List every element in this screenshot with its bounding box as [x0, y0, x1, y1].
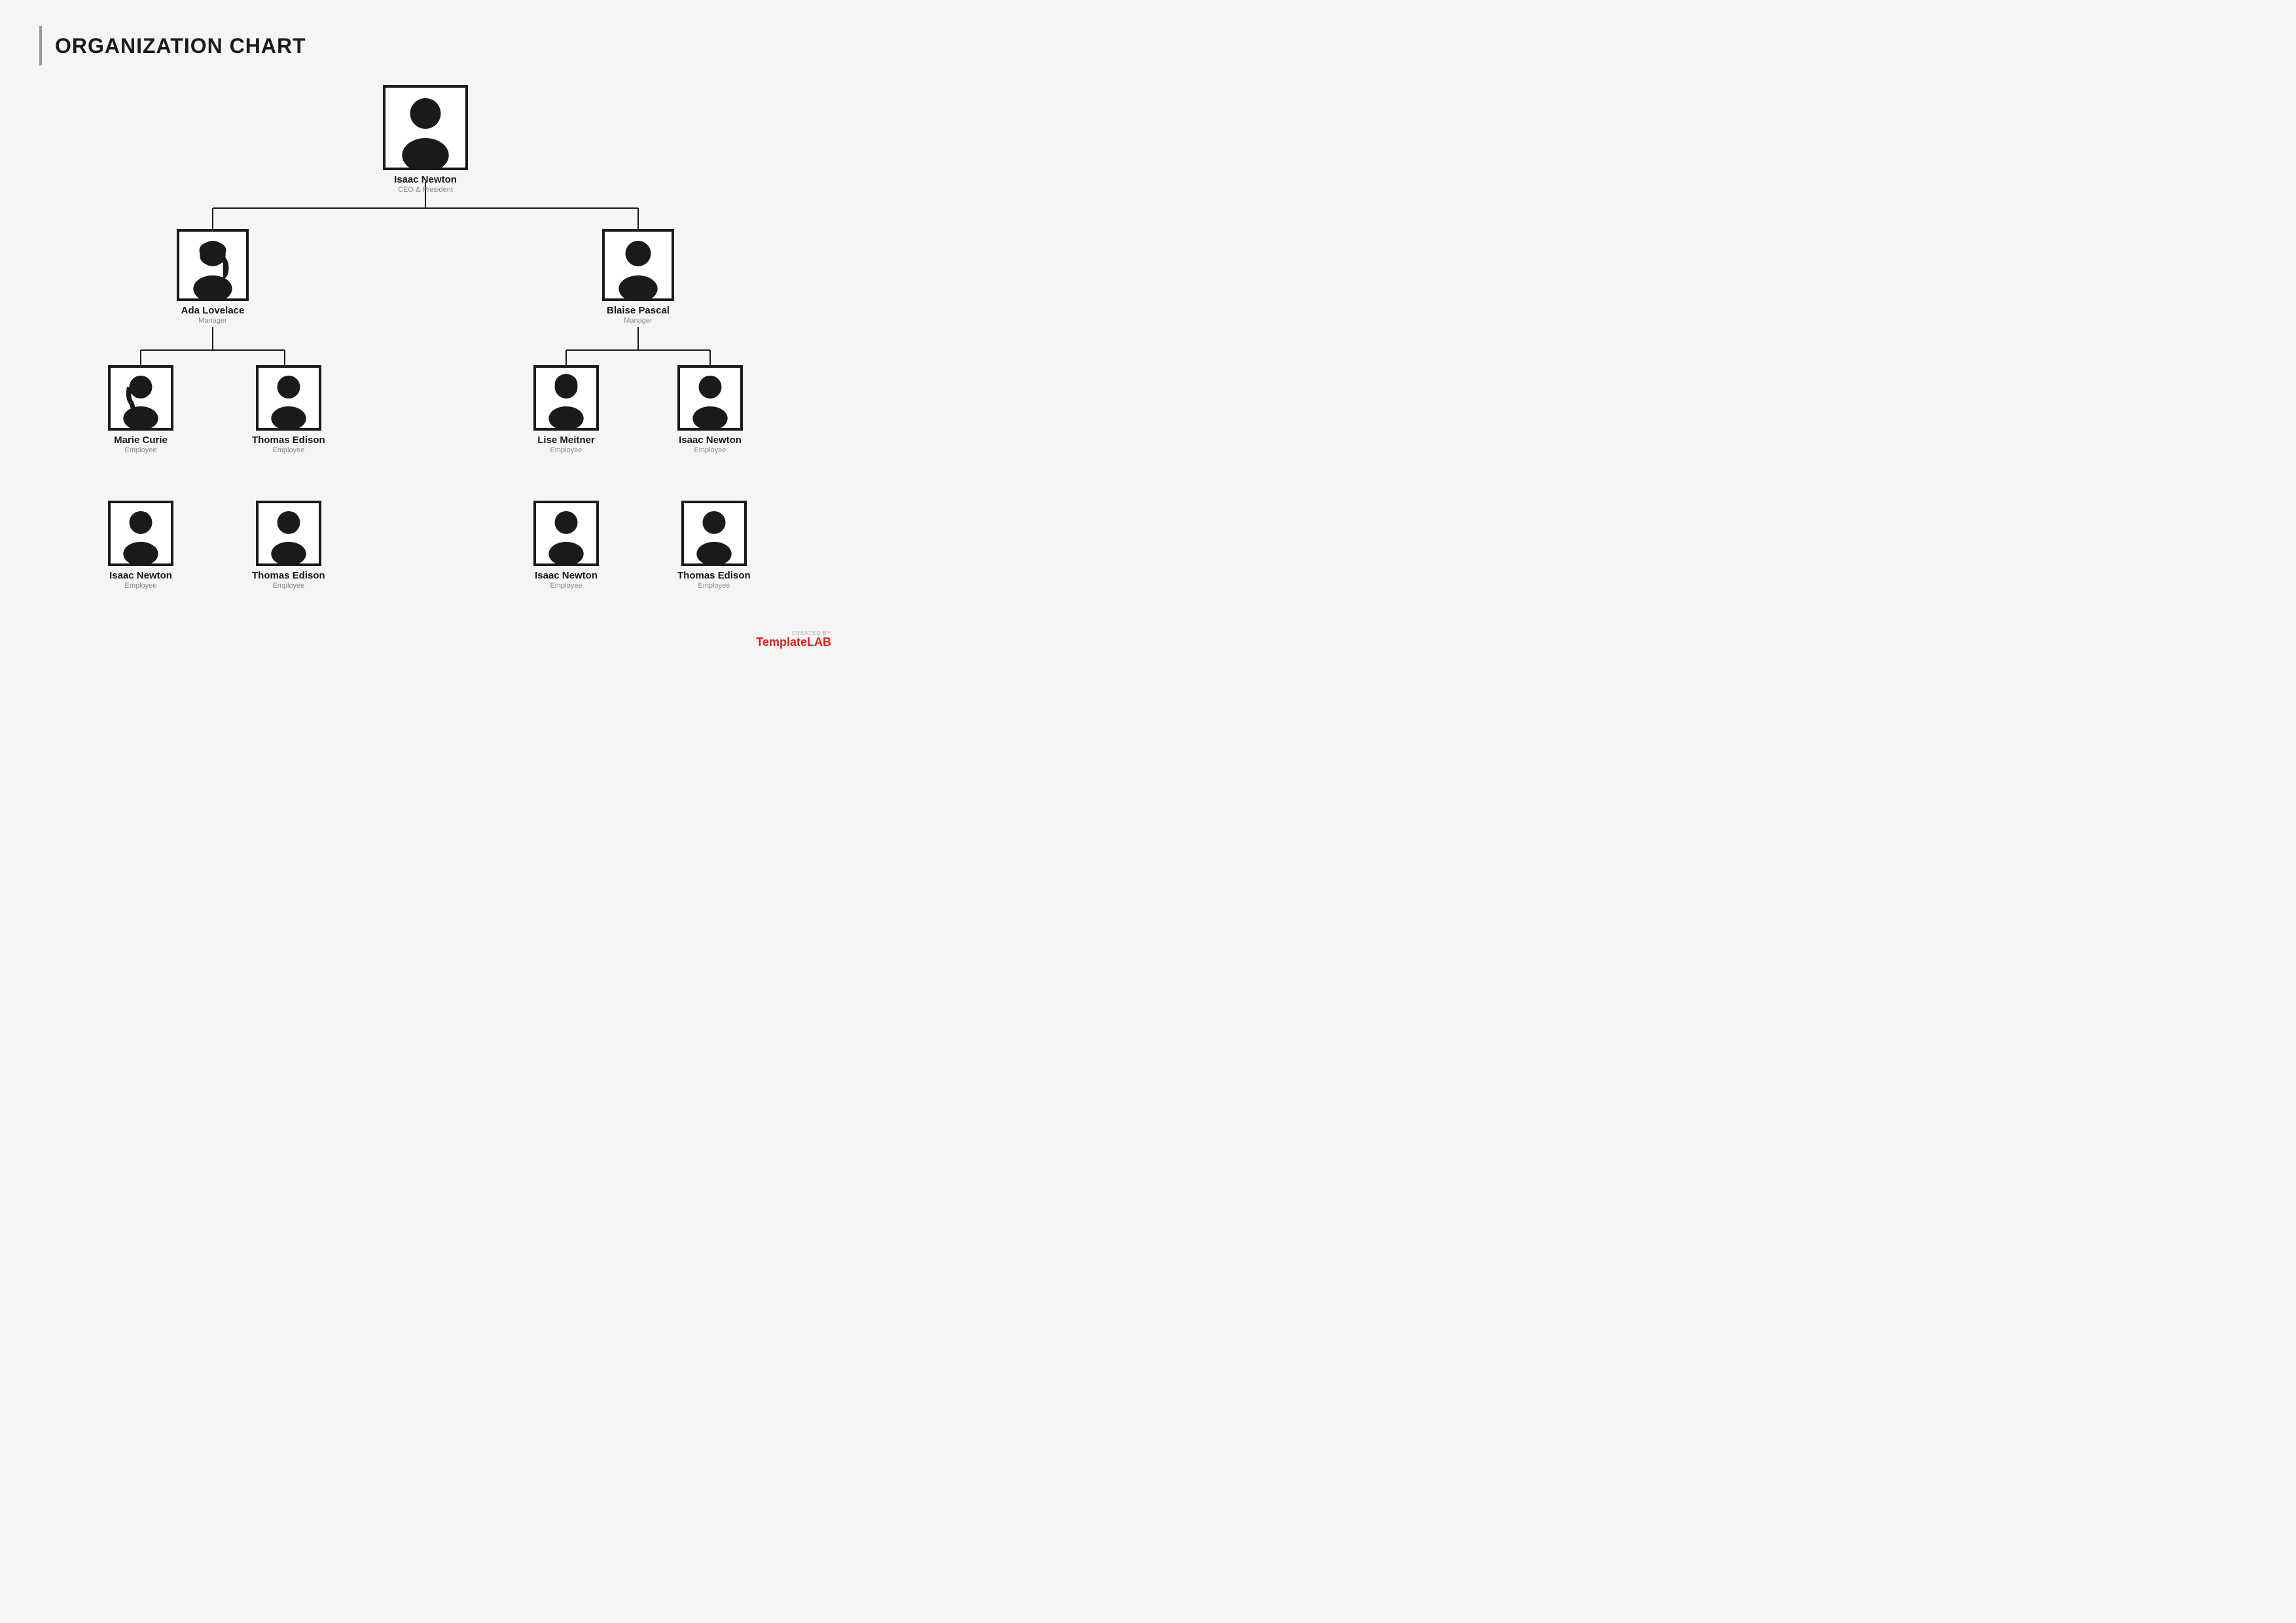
emp2-name: Thomas Edison [252, 435, 325, 446]
photo-emp4 [677, 365, 743, 431]
photo-emp7 [533, 501, 599, 566]
emp3-name: Lise Meitner [537, 435, 595, 446]
watermark-brand: TemplateLAB [756, 636, 831, 648]
manager2-role: Manager [624, 317, 652, 325]
emp5-name: Isaac Newton [109, 570, 172, 581]
emp3-role: Employee [550, 446, 583, 454]
node-emp1: Marie Curie Employee [108, 365, 173, 454]
emp4-name: Isaac Newton [679, 435, 742, 446]
watermark-brand-light: Template [756, 635, 807, 649]
node-manager1: Ada Lovelace Manager [177, 229, 249, 325]
title-section: ORGANIZATION CHART [39, 26, 812, 65]
manager2-name: Blaise Pascal [607, 305, 670, 316]
watermark-brand-bold: LAB [807, 635, 831, 649]
node-ceo: Isaac Newton CEO & President [383, 85, 468, 194]
emp4-role: Employee [694, 446, 726, 454]
emp6-role: Employee [272, 582, 304, 590]
node-emp8: Thomas Edison Employee [677, 501, 751, 590]
node-emp5: Isaac Newton Employee [108, 501, 173, 590]
node-emp7: Isaac Newton Employee [533, 501, 599, 590]
page-title: ORGANIZATION CHART [55, 26, 306, 65]
emp1-name: Marie Curie [114, 435, 168, 446]
emp7-role: Employee [550, 582, 583, 590]
emp5-role: Employee [125, 582, 157, 590]
photo-emp8 [681, 501, 747, 566]
photo-emp6 [256, 501, 321, 566]
emp8-name: Thomas Edison [677, 570, 751, 581]
manager1-role: Manager [198, 317, 226, 325]
photo-emp3 [533, 365, 599, 431]
emp8-role: Employee [698, 582, 730, 590]
node-emp2: Thomas Edison Employee [252, 365, 325, 454]
emp7-name: Isaac Newton [535, 570, 598, 581]
node-emp3: Lise Meitner Employee [533, 365, 599, 454]
node-emp4: Isaac Newton Employee [677, 365, 743, 454]
photo-emp5 [108, 501, 173, 566]
watermark: CREATED BY TemplateLAB [756, 630, 831, 648]
page: ORGANIZATION CHART [0, 0, 851, 661]
photo-emp1 [108, 365, 173, 431]
photo-ceo [383, 85, 468, 170]
ceo-name: Isaac Newton [394, 174, 457, 185]
title-bar-decoration [39, 26, 42, 65]
manager1-name: Ada Lovelace [181, 305, 245, 316]
node-emp6: Thomas Edison Employee [252, 501, 325, 590]
photo-manager1 [177, 229, 249, 301]
org-chart-tree: Isaac Newton CEO & President Ada Lovelac… [39, 85, 812, 622]
node-manager2: Blaise Pascal Manager [602, 229, 674, 325]
photo-emp2 [256, 365, 321, 431]
emp1-role: Employee [125, 446, 157, 454]
emp2-role: Employee [272, 446, 304, 454]
photo-manager2 [602, 229, 674, 301]
emp6-name: Thomas Edison [252, 570, 325, 581]
ceo-role: CEO & President [398, 186, 453, 194]
